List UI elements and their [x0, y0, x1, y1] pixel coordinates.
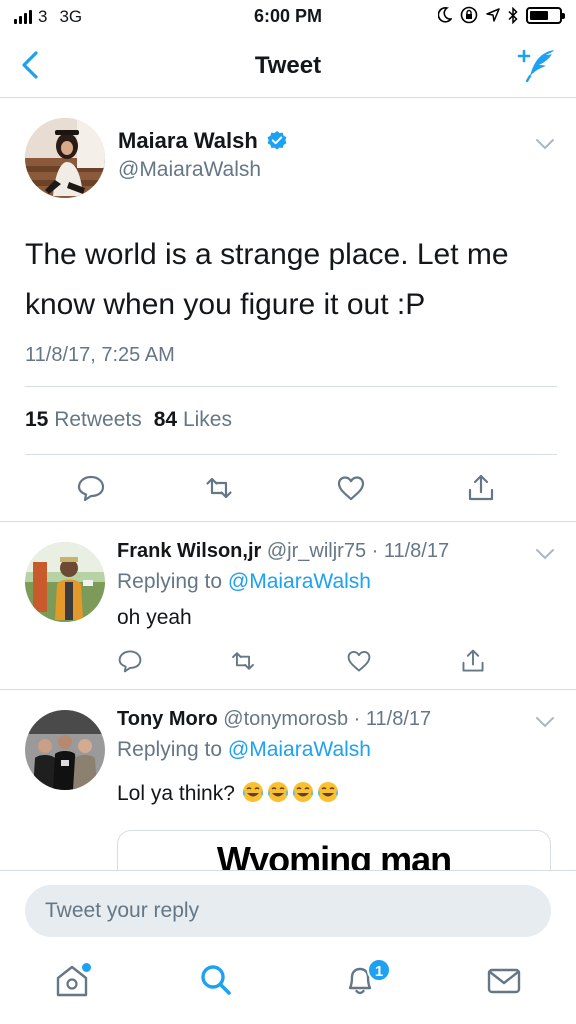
- retweets-label: Retweets: [54, 408, 142, 431]
- avatar[interactable]: [25, 710, 105, 790]
- tears-of-joy-emoji-icon: [317, 782, 338, 802]
- share-icon[interactable]: [460, 648, 486, 674]
- nav-bar: Tweet: [0, 34, 576, 98]
- tears-of-joy-emoji-icon: [267, 782, 288, 802]
- chevron-down-icon[interactable]: [535, 548, 555, 560]
- notifications-badge: 1: [367, 958, 391, 982]
- share-icon[interactable]: [466, 473, 496, 503]
- reply-text: oh yeah: [117, 606, 192, 629]
- heart-icon[interactable]: [346, 648, 372, 674]
- reply-tweet[interactable]: Tony Moro @tonymorosb · 11/8/17 Replying…: [0, 690, 576, 870]
- reply-date: · 11/8/17: [353, 708, 432, 730]
- author-name[interactable]: Maiara Walsh: [118, 128, 258, 154]
- bluetooth-icon: [508, 6, 518, 24]
- reply-date: · 11/8/17: [371, 540, 450, 562]
- reply-composer: Tweet your reply: [0, 870, 576, 940]
- reply-header: Tony Moro @tonymorosb · 11/8/17: [117, 708, 431, 731]
- reply-tweet[interactable]: Frank Wilson,jr @jr_wiljr75 · 11/8/17 Re…: [0, 522, 576, 690]
- replying-to: Replying to @MaiaraWalsh: [117, 738, 371, 762]
- replying-to-mention[interactable]: @MaiaraWalsh: [228, 570, 371, 593]
- messages-envelope-icon[interactable]: [484, 960, 524, 1000]
- likes-count: 84: [153, 408, 178, 431]
- reply-author-name[interactable]: Frank Wilson,jr: [117, 540, 261, 562]
- divider: [25, 386, 557, 387]
- retweet-icon[interactable]: [230, 648, 256, 674]
- verified-badge-icon: [267, 131, 287, 150]
- chevron-down-icon[interactable]: [535, 716, 555, 728]
- likes-stat[interactable]: 84 Likes: [154, 408, 232, 432]
- avatar[interactable]: [25, 118, 105, 198]
- profile-photo: [25, 710, 105, 790]
- retweets-stat[interactable]: 15 Retweets: [25, 408, 142, 432]
- reply-author-handle[interactable]: @jr_wiljr75: [267, 540, 366, 562]
- reply-text-row: Lol ya think?: [117, 780, 341, 806]
- tweet-timestamp: 11/8/17, 7:25 AM: [25, 344, 175, 366]
- card-headline: Wyoming man: [216, 839, 452, 870]
- status-right: [438, 6, 565, 24]
- page-title: Tweet: [254, 52, 322, 79]
- media-card[interactable]: Wyoming man: [117, 830, 551, 870]
- reply-author-handle[interactable]: @tonymorosb: [223, 708, 348, 730]
- likes-label: Likes: [182, 408, 232, 431]
- tears-of-joy-emoji-icon: [242, 782, 263, 802]
- reply-icon[interactable]: [76, 473, 106, 503]
- replying-to-prefix: Replying to: [117, 738, 223, 761]
- author-name-row[interactable]: Maiara Walsh: [118, 128, 288, 154]
- retweets-count: 15: [25, 408, 49, 431]
- tears-of-joy-emoji-icon: [292, 782, 313, 802]
- divider: [25, 454, 557, 455]
- new-tweets-dot: [82, 963, 91, 972]
- retweet-icon[interactable]: [204, 473, 234, 503]
- orientation-lock-icon: [460, 6, 478, 24]
- moon-icon: [438, 7, 452, 23]
- reply-input[interactable]: Tweet your reply: [25, 885, 551, 937]
- replying-to-prefix: Replying to: [117, 570, 223, 593]
- location-icon: [486, 8, 500, 22]
- status-bar: 3 3G 6:00 PM: [0, 0, 576, 34]
- profile-photo: [25, 542, 105, 622]
- reply-text: Lol ya think?: [117, 782, 235, 805]
- engagement-stats: 15 Retweets 84 Likes: [25, 408, 232, 432]
- heart-icon[interactable]: [336, 473, 366, 503]
- avatar[interactable]: [25, 542, 105, 622]
- reply-header: Frank Wilson,jr @jr_wiljr75 · 11/8/17: [117, 540, 449, 563]
- compose-tweet-icon[interactable]: [516, 46, 558, 84]
- author-handle[interactable]: @MaiaraWalsh: [118, 158, 261, 182]
- reply-author-name[interactable]: Tony Moro: [117, 708, 218, 730]
- tab-bar: 1: [0, 944, 576, 1024]
- tweet-actions: [0, 473, 576, 513]
- tweet-text: The world is a strange place. Let me kno…: [25, 238, 509, 321]
- profile-photo: [25, 118, 105, 198]
- reply-icon[interactable]: [117, 648, 143, 674]
- battery-icon: [526, 6, 565, 24]
- emoji-row: [241, 782, 341, 805]
- replying-to-mention[interactable]: @MaiaraWalsh: [228, 738, 371, 761]
- chevron-down-icon[interactable]: [535, 138, 555, 150]
- search-icon[interactable]: [196, 960, 236, 1000]
- replying-to: Replying to @MaiaraWalsh: [117, 570, 371, 594]
